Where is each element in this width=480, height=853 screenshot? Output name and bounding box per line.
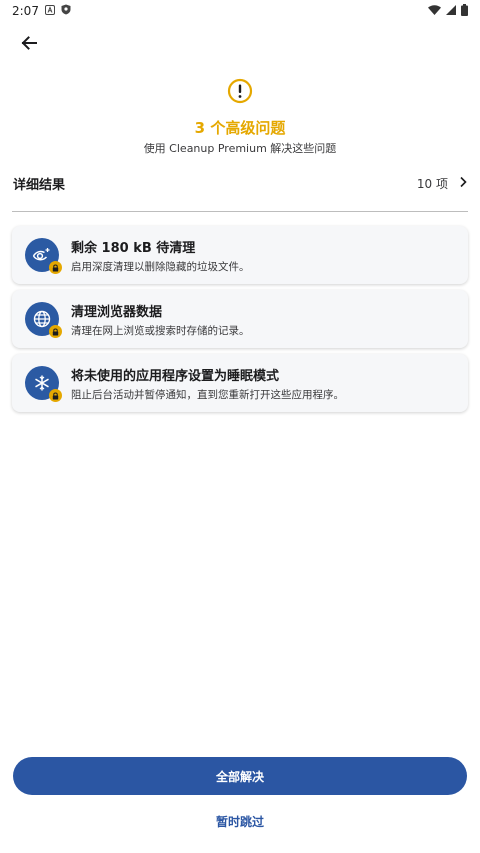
card-description: 启用深度清理以删除隐藏的垃圾文件。 <box>71 261 250 273</box>
status-time: 2:07 <box>12 4 39 18</box>
card-icon-wrap <box>25 366 62 402</box>
back-button[interactable] <box>14 30 44 60</box>
arrow-back-icon <box>20 34 38 56</box>
card-icon-wrap <box>25 238 62 274</box>
shield-notification-icon <box>61 4 71 18</box>
lock-icon <box>49 389 62 402</box>
lock-icon <box>49 325 62 338</box>
issues-headline: 3 个高级问题 <box>194 119 286 137</box>
chevron-right-icon <box>458 176 468 191</box>
divider <box>12 211 468 212</box>
signal-icon <box>446 4 456 18</box>
card-title: 将未使用的应用程序设置为睡眠模式 <box>71 369 280 384</box>
card-icon-wrap <box>25 302 62 338</box>
lock-icon <box>49 261 62 274</box>
a-notification-icon <box>44 4 55 18</box>
details-results-row[interactable]: 详细结果 10 项 <box>13 168 468 198</box>
issue-card-browser-data[interactable]: 清理浏览器数据 清理在网上浏览或搜索时存储的记录。 <box>12 290 468 348</box>
details-count: 10 项 <box>416 176 448 191</box>
status-right <box>428 3 468 19</box>
resolve-all-button[interactable]: 全部解决 <box>13 757 467 795</box>
wifi-icon <box>428 4 441 18</box>
details-right: 10 项 <box>417 175 468 192</box>
card-title: 剩余 180 kB 待清理 <box>71 241 196 256</box>
exclamation-circle-icon <box>227 78 253 104</box>
status-bar: 2:07 <box>0 0 480 22</box>
details-title: 详细结果 <box>13 177 66 193</box>
skip-for-now-link[interactable]: 暂时跳过 <box>0 813 480 830</box>
card-description: 清理在网上浏览或搜索时存储的记录。 <box>71 325 250 337</box>
status-left: 2:07 <box>12 4 71 18</box>
premium-subline: 使用 Cleanup Premium 解决这些问题 <box>143 142 337 155</box>
issue-card-sleep-mode[interactable]: 将未使用的应用程序设置为睡眠模式 阻止后台活动并暂停通知，直到您重新打开这些应用… <box>12 354 468 412</box>
card-title: 清理浏览器数据 <box>71 305 163 320</box>
card-description: 阻止后台活动并暂停通知，直到您重新打开这些应用程序。 <box>71 389 344 401</box>
issue-card-cleanup[interactable]: 剩余 180 kB 待清理 启用深度清理以删除隐藏的垃圾文件。 <box>12 226 468 284</box>
battery-icon <box>461 3 468 19</box>
